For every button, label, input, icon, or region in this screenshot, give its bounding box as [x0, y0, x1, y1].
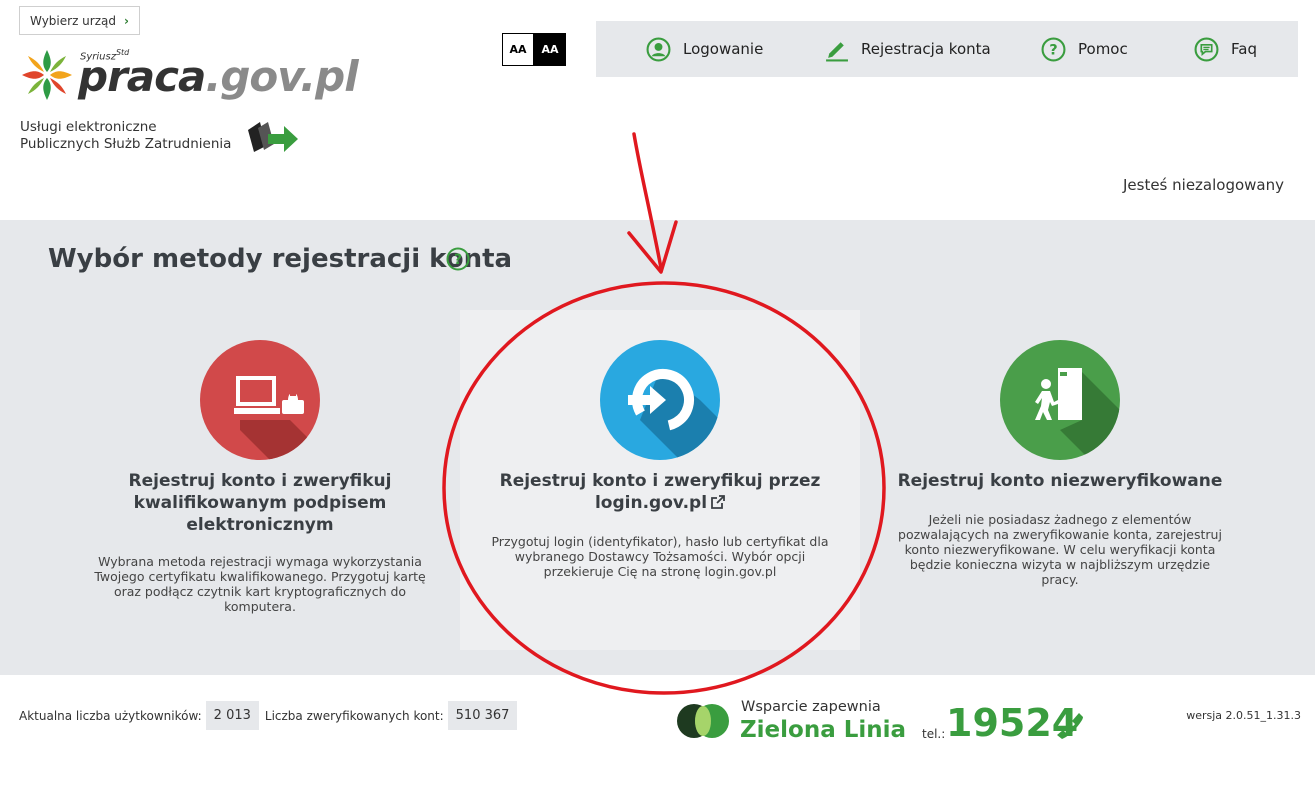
external-link-icon	[711, 495, 725, 509]
registration-section: Wybór metody rejestracji konta ? Rejestr…	[0, 220, 1315, 675]
nav-faq-label: Faq	[1231, 40, 1257, 58]
uslugi-line1: Usługi elektroniczne	[20, 119, 157, 135]
logo-praca: praca	[78, 52, 206, 101]
logo-mark-icon	[22, 50, 72, 100]
documents-arrow-icon	[248, 122, 298, 152]
help-question-icon[interactable]: ?	[446, 247, 470, 271]
praca-gov-logo[interactable]: SyriuszStd praca.gov.pl	[18, 44, 359, 108]
verified-count-value: 510 367	[447, 701, 518, 730]
option-description: Jeżeli nie posiadasz żadnego z elementów…	[898, 512, 1222, 587]
app-version: wersja 2.0.51_1.31.3	[1186, 709, 1301, 722]
option-qualified-signature[interactable]: Rejestruj konto i zweryfikuj kwalifikowa…	[60, 310, 460, 650]
top-navigation: Logowanie Rejestracja konta ? Pomoc Faq	[596, 21, 1298, 77]
chevron-right-icon: ›	[124, 13, 129, 28]
high-contrast-button[interactable]: AA	[534, 33, 566, 66]
nav-login[interactable]: Logowanie	[646, 21, 763, 77]
choose-office-label: Wybierz urząd	[30, 13, 116, 28]
nav-help-label: Pomoc	[1078, 40, 1128, 58]
option-login-gov[interactable]: Rejestruj konto i zweryfikuj przez login…	[460, 310, 860, 650]
user-icon	[646, 37, 671, 61]
support-name: Zielona Linia	[740, 717, 907, 743]
nav-faq[interactable]: Faq	[1194, 21, 1257, 77]
svg-text:?: ?	[1049, 41, 1057, 58]
choose-office-button[interactable]: Wybierz urząd ›	[19, 6, 140, 35]
users-count-value: 2 013	[205, 701, 259, 730]
font-size-switcher: AA AA	[502, 33, 566, 66]
option-title: Rejestruj konto i zweryfikuj kwalifikowa…	[128, 471, 392, 535]
question-icon: ?	[1041, 37, 1066, 61]
tel-label: tel.:	[922, 727, 946, 741]
phone-icon	[1057, 713, 1083, 739]
nav-login-label: Logowanie	[683, 40, 764, 58]
pencil-icon	[826, 41, 848, 61]
option-title: Rejestruj konto niezweryfikowane	[897, 471, 1223, 491]
page-title: Wybór metody rejestracji konta	[48, 244, 513, 274]
user-stats: Aktualna liczba użytkowników: 2 013 Licz…	[19, 701, 518, 730]
uslugi-caption: Usługi elektroniczne Publicznych Służb Z…	[20, 119, 231, 153]
nav-register[interactable]: Rejestracja konta	[824, 21, 991, 77]
nav-register-label: Rejestracja konta	[861, 40, 991, 58]
option-unverified[interactable]: Rejestruj konto niezweryfikowane Jeżeli …	[860, 310, 1260, 650]
zielona-linia-logo-icon	[677, 704, 729, 738]
svg-text:?: ?	[454, 252, 462, 268]
footer: Aktualna liczba użytkowników: 2 013 Licz…	[0, 675, 1315, 804]
option-title: Rejestruj konto i zweryfikuj przez login…	[499, 471, 821, 513]
logo-gov-pl: .gov.pl	[205, 52, 358, 101]
uslugi-line2: Publicznych Służb Zatrudnienia	[20, 136, 232, 152]
option-description: Wybrana metoda rejestracji wymaga wykorz…	[94, 554, 426, 614]
nav-help[interactable]: ? Pomoc	[1041, 21, 1128, 77]
option-description: Przygotuj login (identyfikator), hasło l…	[491, 534, 829, 579]
verified-count-label: Liczba zweryfikowanych kont:	[264, 708, 444, 723]
users-count-label: Aktualna liczba użytkowników:	[19, 708, 202, 723]
normal-contrast-button[interactable]: AA	[502, 33, 534, 66]
computer-card-reader-icon	[200, 340, 320, 460]
login-status: Jesteś niezalogowany	[1122, 176, 1284, 194]
person-door-icon	[1000, 340, 1120, 460]
support-caption: Wsparcie zapewnia	[741, 699, 881, 715]
chat-icon	[1194, 37, 1219, 61]
login-arrow-icon	[600, 340, 720, 460]
